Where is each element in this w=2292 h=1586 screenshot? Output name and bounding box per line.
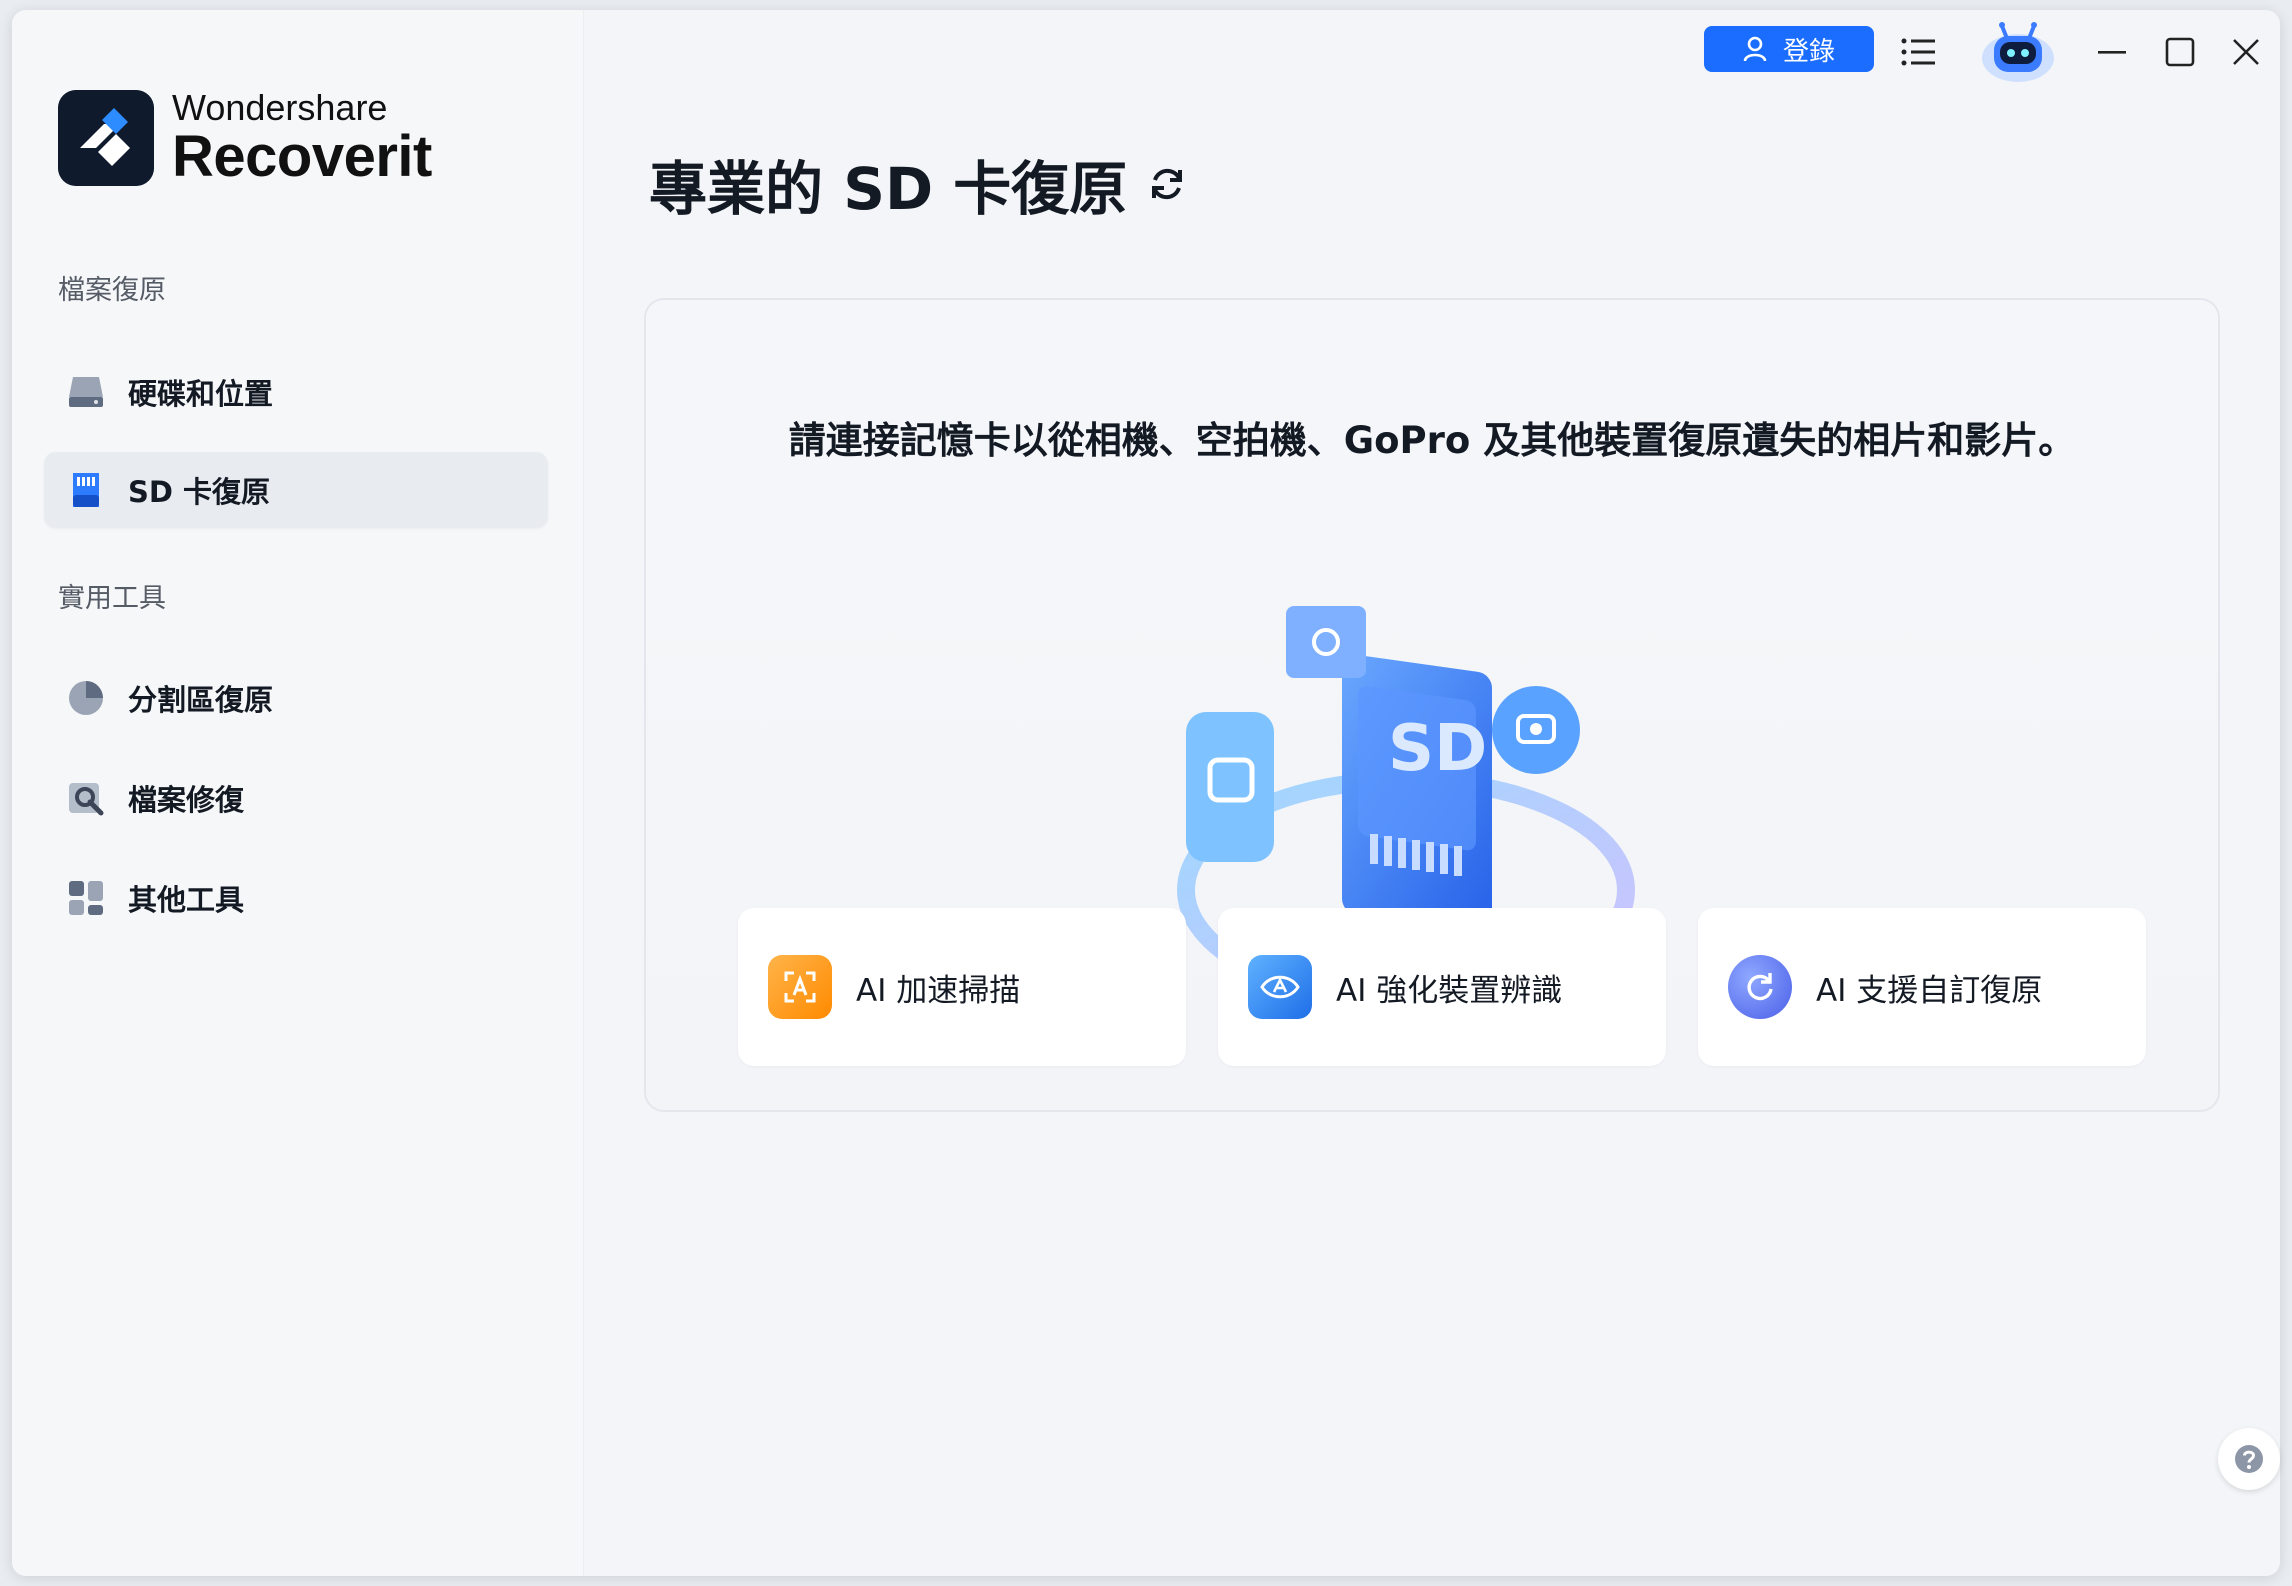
minimize-icon[interactable] (2092, 32, 2132, 72)
app-window: Wondershare Recoverit 檔案復原 硬碟和位置 SD 卡復原 … (12, 10, 2280, 1576)
sidebar-item-hard-drive[interactable]: 硬碟和位置 (44, 354, 548, 430)
page-title: 專業的 SD 卡復原 (649, 142, 1187, 226)
page-title-text: 專業的 SD 卡復原 (649, 155, 1128, 223)
close-icon[interactable] (2226, 32, 2266, 72)
menu-icon[interactable] (1898, 32, 1938, 72)
sidebar-item-label: SD 卡復原 (128, 475, 271, 509)
file-repair-icon (66, 778, 106, 818)
sidebar-item-other-tools[interactable]: 其他工具 (44, 860, 548, 936)
refresh-icon[interactable] (1147, 164, 1187, 204)
instruction-text: 請連接記憶卡以從相機、空拍機、GoPro 及其他裝置復原遺失的相片和影片。 (788, 419, 2076, 462)
feature-ai-device-recognition: AI 強化裝置辨識 (1218, 908, 1666, 1066)
ai-restore-icon (1728, 955, 1792, 1019)
sidebar-item-label: 其他工具 (128, 883, 245, 917)
hard-drive-icon (66, 372, 106, 412)
robot-assistant-icon[interactable] (1970, 18, 2066, 84)
help-icon[interactable] (2218, 1428, 2280, 1490)
app-logo: Wondershare Recoverit (58, 90, 432, 186)
maximize-icon[interactable] (2160, 32, 2200, 72)
sidebar-item-label: 分割區復原 (128, 683, 274, 717)
recoverit-logo-icon (58, 90, 154, 186)
feature-ai-scan: AI 加速掃描 (738, 908, 1186, 1066)
section-file-recovery: 檔案復原 (58, 275, 166, 306)
login-label: 登錄 (1782, 36, 1835, 67)
sidebar: Wondershare Recoverit 檔案復原 硬碟和位置 SD 卡復原 … (12, 10, 584, 1576)
sidebar-item-sd-card[interactable]: SD 卡復原 (44, 452, 548, 528)
ai-eye-icon (1248, 955, 1312, 1019)
sidebar-item-label: 硬碟和位置 (128, 377, 274, 411)
sidebar-item-file-repair[interactable]: 檔案修復 (44, 760, 548, 836)
sidebar-item-label: 檔案修復 (128, 783, 245, 817)
grid-tools-icon (66, 878, 106, 918)
feature-label: AI 強化裝置辨識 (1336, 972, 1563, 1009)
feature-ai-custom-recovery: AI 支援自訂復原 (1698, 908, 2146, 1066)
sd-illustration-label: SD (1388, 712, 1487, 786)
brand-company: Wondershare (172, 87, 388, 128)
pie-chart-icon (66, 678, 106, 718)
sidebar-item-partition[interactable]: 分割區復原 (44, 660, 548, 736)
sd-card-icon (66, 470, 106, 510)
login-button[interactable]: 登錄 (1704, 26, 1874, 72)
feature-label: AI 支援自訂復原 (1816, 972, 2043, 1009)
ai-scan-icon (768, 955, 832, 1019)
feature-label: AI 加速掃描 (856, 972, 1021, 1009)
user-icon (1743, 36, 1767, 62)
brand-product: Recoverit (172, 124, 432, 189)
section-utilities: 實用工具 (58, 583, 166, 614)
